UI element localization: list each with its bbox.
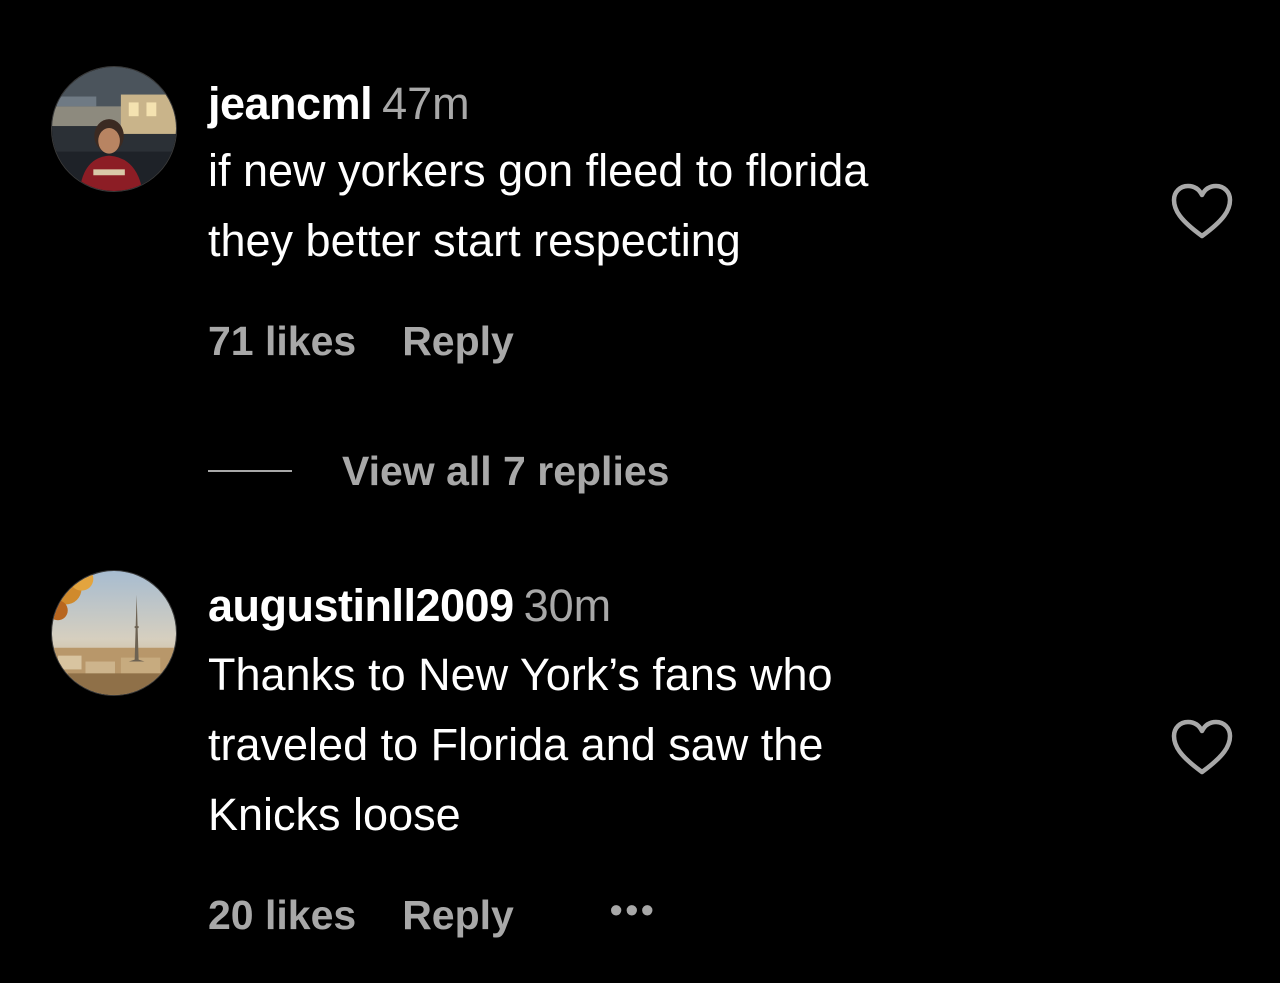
comment-text-line: Knicks loose <box>208 789 461 840</box>
reply-button[interactable]: Reply <box>402 890 514 940</box>
comment-actions: 71 likes Reply <box>208 316 514 366</box>
comment-actions: 20 likes Reply ••• <box>208 890 657 940</box>
replies-divider <box>208 470 292 472</box>
comment-item: jeancml 47m if new yorkers gon fleed to f… <box>0 0 1280 520</box>
likes-count[interactable]: 20 likes <box>208 890 356 940</box>
comment-text: if new yorkers gon fleed to florida they… <box>208 136 1108 276</box>
heart-icon[interactable] <box>1170 182 1234 242</box>
user-avatar[interactable] <box>51 66 177 192</box>
comment-text-line: Thanks to New York’s fans who <box>208 649 833 700</box>
avatar-photo <box>52 67 176 191</box>
timestamp: 30m <box>523 580 612 631</box>
comment-body: jeancml 47m if new yorkers gon fleed to f… <box>208 76 1108 276</box>
timestamp: 47m <box>382 78 470 129</box>
comment-body: augustinll2009 30m Thanks to New York’s f… <box>208 578 1108 850</box>
comment-header: jeancml 47m <box>208 76 1108 132</box>
comment-text-line: traveled to Florida and saw the <box>208 719 824 770</box>
reply-button[interactable]: Reply <box>402 316 514 366</box>
user-avatar[interactable] <box>51 570 177 696</box>
comment-item: augustinll2009 30m Thanks to New York’s f… <box>0 540 1280 983</box>
comment-text-line: they better start respecting <box>208 215 741 266</box>
likes-count[interactable]: 71 likes <box>208 316 356 366</box>
comment-text-line: if new yorkers gon fleed to florida <box>208 145 869 196</box>
more-options-icon[interactable]: ••• <box>610 890 657 930</box>
username[interactable]: jeancml <box>208 78 373 129</box>
view-replies-button[interactable]: View all 7 replies <box>208 446 669 496</box>
comment-text: Thanks to New York’s fans who traveled t… <box>208 640 1108 850</box>
avatar-photo <box>52 571 176 695</box>
view-replies-label: View all 7 replies <box>342 447 670 494</box>
comment-header: augustinll2009 30m <box>208 578 1108 634</box>
username[interactable]: augustinll2009 <box>208 580 514 631</box>
heart-icon[interactable] <box>1170 718 1234 778</box>
